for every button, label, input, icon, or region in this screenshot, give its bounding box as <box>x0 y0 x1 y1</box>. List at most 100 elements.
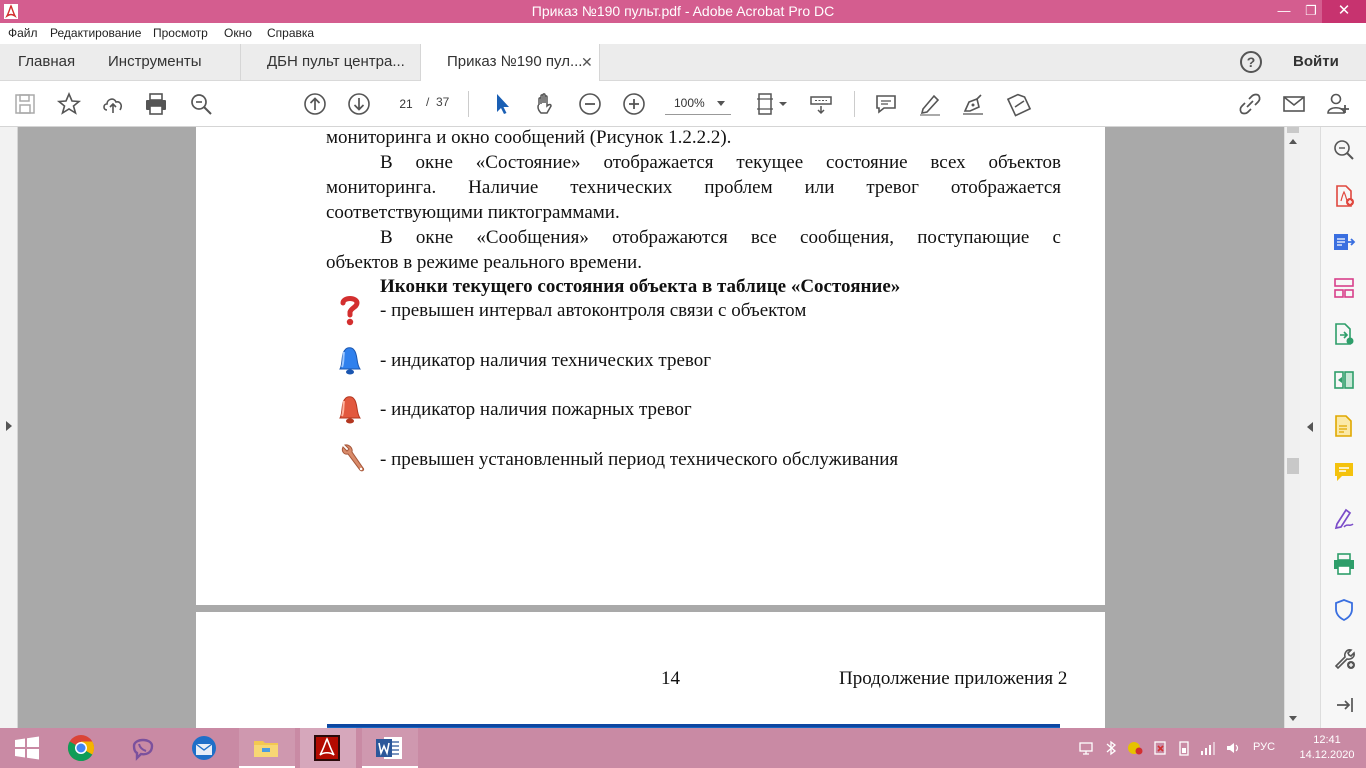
security-status-icon[interactable] <box>1127 740 1143 756</box>
fill-sign-icon[interactable] <box>1006 91 1032 117</box>
doc-line: объектов в режиме реального времени. <box>326 252 642 273</box>
input-language-indicator[interactable]: РУС <box>1253 741 1275 753</box>
compare-icon[interactable] <box>1332 368 1356 392</box>
file-explorer-icon[interactable] <box>239 728 295 768</box>
pdf-page-21: мониторинга и окно сообщений (Рисунок 1.… <box>196 127 1105 605</box>
zoom-select[interactable]: 100% <box>665 93 731 115</box>
search-zoom-icon[interactable] <box>188 91 214 117</box>
zoom-value: 100% <box>674 96 705 110</box>
system-clock[interactable]: 12:41 14.12.2020 <box>1296 733 1358 763</box>
doc-line: мониторинга и окно сообщений (Рисунок 1.… <box>326 127 732 148</box>
right-pane-toggle[interactable] <box>1300 127 1320 728</box>
tools-pane <box>1320 127 1366 728</box>
collapse-right-pane-icon[interactable] <box>1307 422 1313 432</box>
main-toolbar: / 37 100% <box>0 81 1366 127</box>
save-icon[interactable] <box>12 91 38 117</box>
scroll-mode-icon[interactable] <box>808 91 834 117</box>
print-production-icon[interactable] <box>1332 552 1356 576</box>
print-icon[interactable] <box>143 91 169 117</box>
battery-icon[interactable] <box>1176 740 1192 756</box>
blue-bell-icon <box>332 342 366 378</box>
total-pages: 37 <box>436 95 450 109</box>
sign-pen-icon[interactable] <box>960 91 986 117</box>
scrollbar-thumb[interactable] <box>1287 458 1299 474</box>
doc-line: мониторинга. Наличие технических проблем… <box>326 177 1061 198</box>
page-down-icon[interactable] <box>346 91 372 117</box>
menu-edit[interactable]: Редактирование <box>50 26 141 40</box>
tab-bar: Главная Инструменты ДБН пульт центра... … <box>0 44 1366 81</box>
toolbar-divider <box>468 91 469 117</box>
tab-tools[interactable]: Инструменты <box>108 44 202 81</box>
expand-left-pane-icon[interactable] <box>6 421 12 431</box>
page-number-input[interactable] <box>390 93 422 115</box>
tab-home[interactable]: Главная <box>18 44 75 81</box>
email-icon[interactable] <box>1281 91 1307 117</box>
action-center-icon[interactable] <box>1152 740 1168 756</box>
export-pdf-icon[interactable] <box>1332 230 1356 254</box>
upload-cloud-icon[interactable] <box>100 91 126 117</box>
add-user-icon[interactable] <box>1325 91 1351 117</box>
red-bell-icon <box>332 391 366 427</box>
tab-document-dbn[interactable]: ДБН пульт центра... <box>240 44 420 81</box>
scroll-down-icon[interactable] <box>1289 716 1297 721</box>
network-icon[interactable] <box>1078 740 1094 756</box>
menu-view[interactable]: Просмотр <box>153 26 208 40</box>
tab-document-prikaz[interactable]: Приказ №190 пул... <box>420 44 600 81</box>
create-pdf-icon[interactable] <box>1332 184 1356 208</box>
page-header-continuation: Продолжение приложения 2 <box>839 668 1068 689</box>
sign-in-button[interactable]: Войти <box>1293 44 1339 80</box>
title-bar: Приказ №190 пульт.pdf - Adobe Acrobat Pr… <box>0 0 1366 23</box>
menu-window[interactable]: Окно <box>224 26 252 40</box>
vertical-scrollbar[interactable] <box>1284 127 1300 728</box>
windows-start-icon[interactable] <box>0 728 56 768</box>
maximize-button[interactable]: ❐ <box>1297 0 1325 23</box>
doc-heading: Иконки текущего состояния объекта в табл… <box>380 276 901 297</box>
help-icon[interactable]: ? <box>1240 51 1262 73</box>
chrome-icon[interactable] <box>54 728 110 768</box>
minimize-button[interactable]: — <box>1270 0 1298 23</box>
hand-icon[interactable] <box>532 91 558 117</box>
page-up-icon[interactable] <box>302 91 328 117</box>
volume-icon[interactable] <box>1225 740 1241 756</box>
organize-pages-icon[interactable] <box>1332 276 1356 300</box>
tab-close-icon[interactable]: ✕ <box>581 44 593 80</box>
fit-page-icon[interactable] <box>754 91 790 117</box>
clock-date: 14.12.2020 <box>1299 749 1355 761</box>
zoom-in-icon[interactable] <box>621 91 647 117</box>
zoom-out-icon[interactable] <box>577 91 603 117</box>
bookmark-star-icon[interactable] <box>56 91 82 117</box>
highlight-pen-icon[interactable] <box>917 91 943 117</box>
doc-line: соответствующими пиктограммами. <box>326 202 620 223</box>
link-icon[interactable] <box>1237 91 1263 117</box>
toolbar-divider <box>854 91 855 117</box>
doc-list-item: - превышен интервал автоконтроля связи с… <box>380 300 807 321</box>
fill-sign-tool-icon[interactable] <box>1332 506 1356 530</box>
wifi-signal-icon[interactable] <box>1200 740 1216 756</box>
collapse-pane-icon[interactable] <box>1332 693 1356 717</box>
comment-icon[interactable] <box>873 91 899 117</box>
comment-tool-icon[interactable] <box>1332 460 1356 484</box>
close-window-button[interactable]: ✕ <box>1322 0 1366 23</box>
left-navigation-rail[interactable] <box>0 127 18 728</box>
viber-icon[interactable] <box>116 728 172 768</box>
edit-pdf-icon[interactable] <box>1332 414 1356 438</box>
thunderbird-icon[interactable] <box>177 728 233 768</box>
document-viewport[interactable]: мониторинга и окно сообщений (Рисунок 1.… <box>0 127 1320 728</box>
page-separator: / <box>426 95 430 109</box>
doc-line: В окне «Сообщения» отображаются все сооб… <box>380 227 1061 248</box>
protect-icon[interactable] <box>1332 598 1356 622</box>
doc-line: В окне «Состояние» отображается текущее … <box>380 152 1061 173</box>
scrollbar-top-marker <box>1287 127 1299 133</box>
menu-file[interactable]: Файл <box>8 26 38 40</box>
select-arrow-icon[interactable] <box>489 91 515 117</box>
word-icon[interactable] <box>362 728 418 768</box>
wrench-icon <box>336 440 370 476</box>
menu-help[interactable]: Справка <box>267 26 314 40</box>
more-tools-icon[interactable] <box>1332 646 1356 670</box>
scroll-up-icon[interactable] <box>1289 139 1297 144</box>
bluetooth-icon[interactable] <box>1103 740 1119 756</box>
combine-files-icon[interactable] <box>1332 322 1356 346</box>
acrobat-icon[interactable] <box>300 728 356 768</box>
pdf-page-22: 14 Продолжение приложения 2 <box>196 612 1105 728</box>
enhance-scan-icon[interactable] <box>1332 138 1356 162</box>
